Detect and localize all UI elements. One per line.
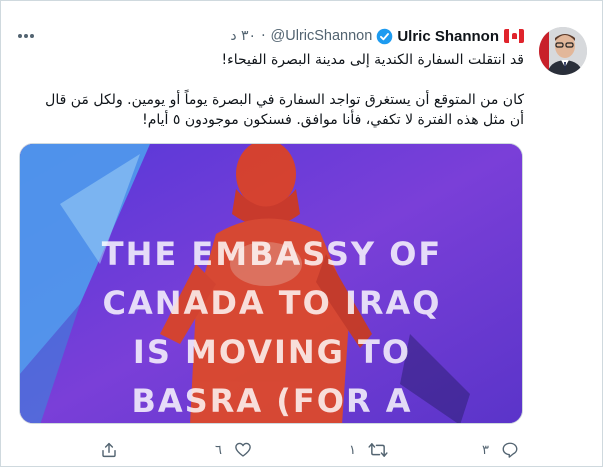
like-button[interactable]: ٦ — [215, 437, 252, 463]
author-handle[interactable]: @UlricShannon — [271, 28, 373, 44]
retweet-count: ١ — [349, 442, 356, 458]
media-caption: THE EMBASSY OF CANADA TO IRAQ IS MOVING … — [101, 235, 443, 420]
avatar[interactable] — [539, 27, 587, 75]
tweet-text-line: قد انتقلت السفارة الكندية إلى مدينة البص… — [221, 52, 524, 68]
reply-button[interactable]: ٣ — [482, 437, 519, 463]
reply-icon — [501, 441, 519, 459]
share-icon — [100, 441, 118, 459]
tweet-action-bar: ٣ ١ ٦ — [0, 437, 603, 463]
like-count: ٦ — [215, 442, 222, 458]
like-icon — [234, 441, 252, 459]
more-icon[interactable] — [14, 24, 38, 48]
reply-count: ٣ — [482, 442, 489, 458]
retweet-icon — [368, 441, 388, 459]
tweet-header: Ulric Shannon @UlricShannon · ٣٠ د — [230, 26, 524, 46]
share-button[interactable] — [100, 437, 118, 463]
tweet-text-line: كان من المتوقع أن يستغرق تواجد السفارة ف… — [45, 92, 524, 108]
tweet-timestamp[interactable]: ٣٠ د — [230, 28, 256, 44]
author-name[interactable]: Ulric Shannon — [397, 28, 499, 45]
separator-dot: · — [261, 28, 266, 44]
tweet-media-image[interactable]: THE EMBASSY OF CANADA TO IRAQ IS MOVING … — [19, 143, 523, 424]
verified-badge-icon — [376, 28, 393, 45]
canada-flag-icon — [504, 29, 524, 43]
tweet-text-line: أن مثل هذه الفترة لا تكفي، فأنا موافق. ف… — [142, 112, 524, 128]
retweet-button[interactable]: ١ — [349, 437, 388, 463]
